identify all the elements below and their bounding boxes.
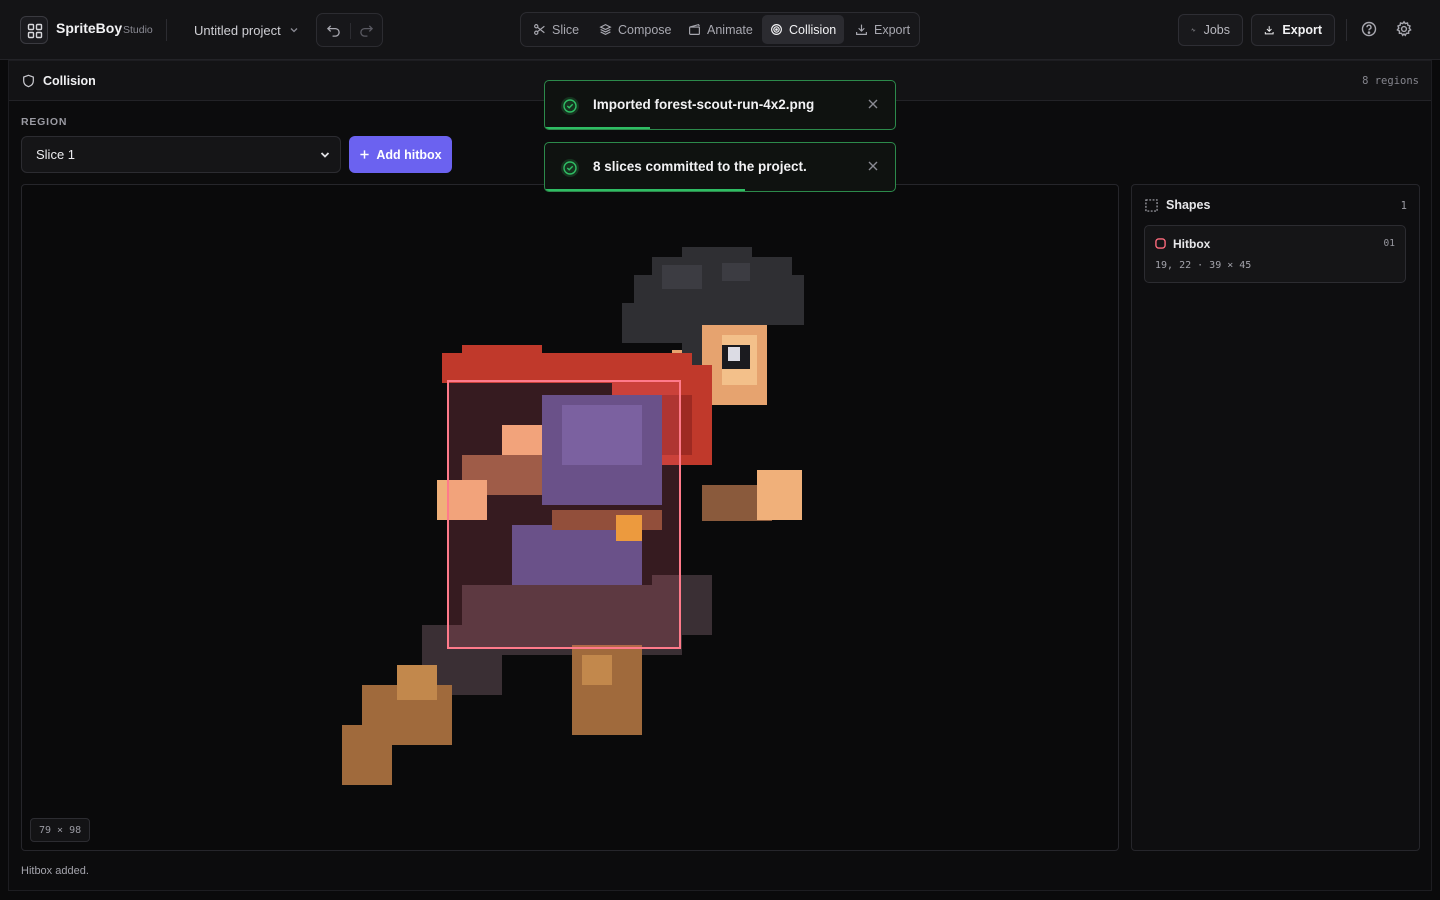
shape-item[interactable]: Hitbox 01 19, 22 · 39 × 45: [1144, 225, 1406, 283]
toast-notification: Imported forest-scout-run-4x2.png: [544, 80, 896, 130]
tab-label: Export: [874, 22, 911, 37]
add-hitbox-label: Add hitbox: [376, 147, 442, 162]
export-icon: [856, 24, 867, 35]
project-selector[interactable]: Untitled project: [182, 14, 311, 46]
sprite-canvas[interactable]: 79 × 98: [21, 184, 1119, 851]
app-name: SpriteBoy: [56, 20, 123, 36]
help-icon[interactable]: [1360, 20, 1378, 38]
canvas-dimensions: 79 × 98: [30, 818, 91, 842]
status-message: Hitbox added.: [21, 865, 89, 877]
toast-progress: [545, 189, 745, 191]
shapes-title: Shapes: [1166, 198, 1211, 212]
region-count: 8 regions: [1362, 75, 1419, 87]
activity-icon: [1191, 28, 1196, 32]
download-icon: [1264, 26, 1274, 35]
toast-progress: [545, 127, 650, 129]
check-circle-icon: [561, 159, 579, 177]
shapes-count: 1: [1400, 200, 1407, 212]
app-edition: Studio: [123, 24, 153, 36]
region-select-value: Slice 1: [36, 147, 76, 162]
export-button[interactable]: Export: [1251, 14, 1335, 46]
shield-icon: [23, 74, 34, 88]
film-icon: [689, 23, 700, 35]
close-icon[interactable]: [868, 99, 878, 109]
tab-slice[interactable]: Slice: [525, 15, 587, 44]
hitbox-rect[interactable]: [447, 380, 681, 649]
tab-animate[interactable]: Animate: [680, 15, 761, 44]
check-circle-icon: [561, 97, 579, 115]
mode-tabs: Slice Compose Animate Collision Export: [520, 12, 920, 47]
tab-label: Compose: [618, 22, 672, 37]
jobs-button[interactable]: Jobs: [1178, 14, 1243, 46]
history-controls: [316, 13, 383, 47]
shape-id: 01: [1383, 238, 1395, 249]
redo-icon[interactable]: [359, 23, 374, 38]
shape-name: Hitbox: [1173, 237, 1211, 251]
scissors-icon: [534, 24, 545, 35]
tab-collision[interactable]: Collision: [762, 15, 845, 44]
chevron-down-icon: [320, 152, 330, 158]
tab-export[interactable]: Export: [847, 15, 918, 44]
divider: [350, 23, 351, 39]
export-label: Export: [1282, 23, 1322, 37]
panel-title: Collision: [43, 74, 96, 88]
top-bar: SpriteBoy Studio Untitled project Slice …: [0, 0, 1440, 60]
undo-icon[interactable]: [326, 23, 341, 38]
region-label: REGION: [21, 116, 68, 128]
chevron-down-icon: [290, 28, 298, 33]
shapes-panel: Shapes 1 Hitbox 01 19, 22 · 39 × 45: [1131, 184, 1420, 851]
add-hitbox-button[interactable]: Add hitbox: [349, 136, 452, 173]
selection-icon: [1145, 199, 1158, 212]
layers-icon: [599, 23, 612, 36]
project-name: Untitled project: [194, 22, 281, 38]
close-icon[interactable]: [868, 161, 878, 171]
toast-notification: 8 slices committed to the project.: [544, 142, 896, 192]
tab-label: Slice: [552, 22, 580, 37]
tab-compose[interactable]: Compose: [591, 15, 680, 44]
toast-message: Imported forest-scout-run-4x2.png: [593, 97, 815, 112]
region-select[interactable]: Slice 1: [21, 136, 341, 173]
divider: [1346, 19, 1347, 41]
shape-geometry: 19, 22 · 39 × 45: [1155, 260, 1252, 271]
jobs-label: Jobs: [1203, 23, 1230, 37]
tab-label: Animate: [707, 22, 753, 37]
hitbox-shape-icon: [1155, 238, 1166, 249]
plus-icon: [360, 150, 369, 159]
app-logo[interactable]: [20, 16, 48, 44]
grid-icon: [27, 23, 43, 39]
tab-label: Collision: [789, 22, 837, 37]
gear-icon[interactable]: [1395, 20, 1413, 38]
toast-message: 8 slices committed to the project.: [593, 159, 807, 174]
divider: [166, 19, 167, 41]
sprite-image: [342, 247, 804, 785]
target-icon: [771, 24, 782, 35]
